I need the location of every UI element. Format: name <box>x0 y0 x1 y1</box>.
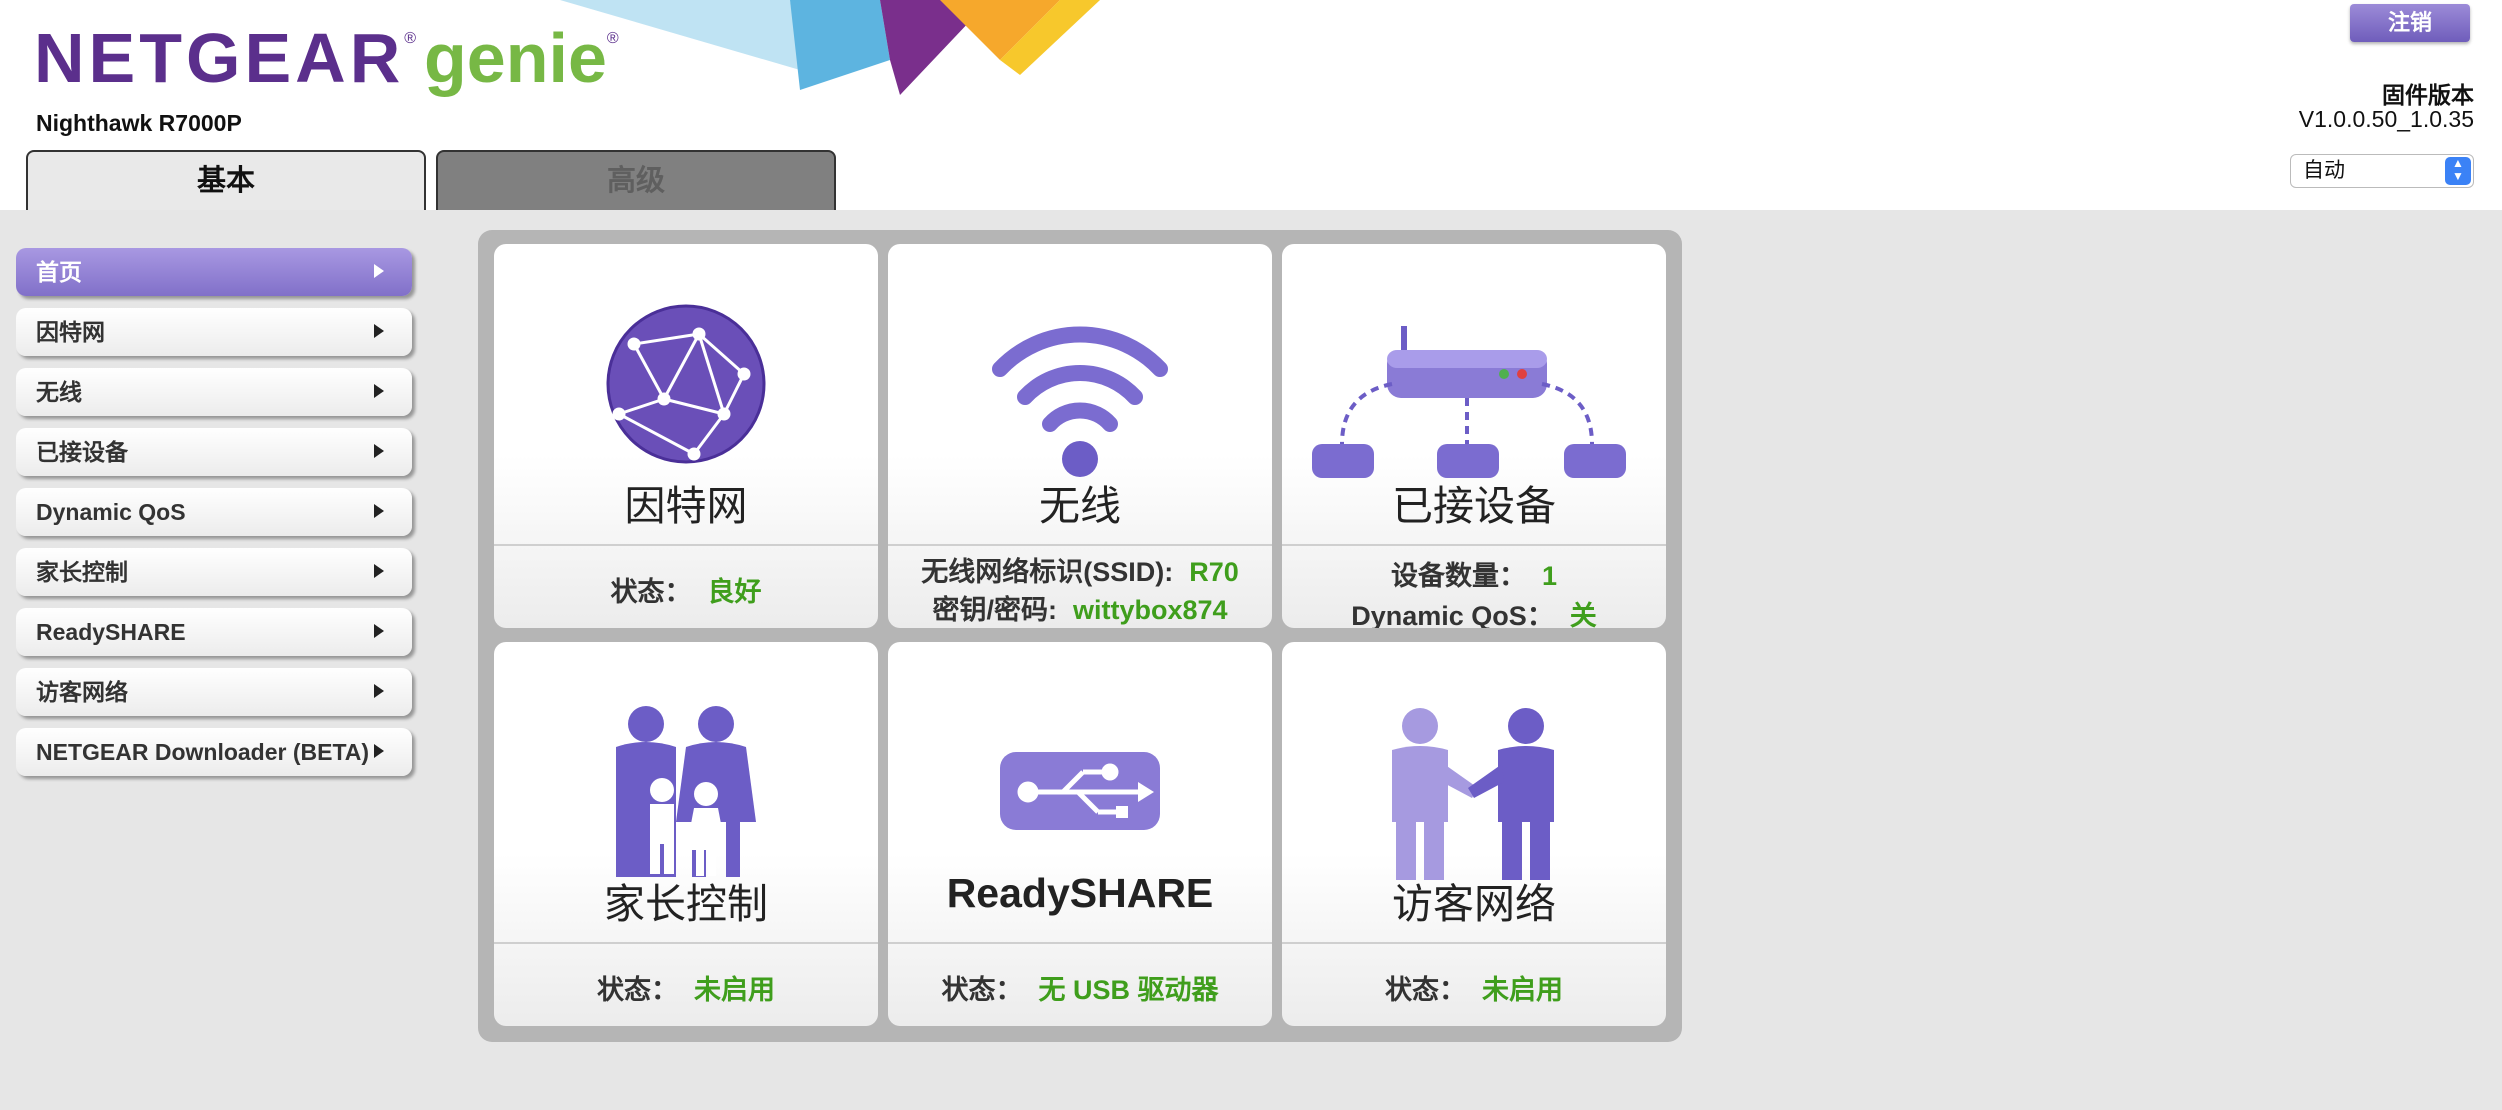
handshake-icon <box>1392 708 1554 880</box>
usb-icon <box>1000 752 1160 830</box>
wifi-icon <box>992 326 1168 477</box>
qos-value: 关 <box>1569 601 1597 628</box>
wireless-key: 密钥/密码: wittybox874 <box>888 588 1272 627</box>
chevron-right-icon <box>374 624 384 638</box>
attached-devices-card[interactable]: 已接设备 设备数量： 1 Dynamic QoS： 关 <box>1282 244 1666 628</box>
card-divider <box>1282 544 1666 546</box>
sidebar-item-dynamic-qos[interactable]: Dynamic QoS <box>16 488 412 536</box>
card-divider <box>888 942 1272 944</box>
sidebar-item-label: 已接设备 <box>36 439 128 465</box>
sidebar-item-attached-devices[interactable]: 已接设备 <box>16 428 412 476</box>
card-divider <box>888 544 1272 546</box>
ssid-value: R70 <box>1189 557 1239 587</box>
sidebar-item-label: ReadySHARE <box>36 619 186 645</box>
internet-status: 状态： 良好 <box>494 570 878 609</box>
wireless-card[interactable]: 无线 无线网络标识(SSID): R70 密钥/密码: wittybox874 <box>888 244 1272 628</box>
qos-label: Dynamic QoS： <box>1351 601 1554 628</box>
sidebar-item-label: Dynamic QoS <box>36 499 186 525</box>
chevron-right-icon <box>374 564 384 578</box>
chevron-right-icon <box>374 504 384 518</box>
dynamic-qos-status: Dynamic QoS： 关 <box>1282 594 1666 628</box>
sidebar-item-guest-network[interactable]: 访客网络 <box>16 668 412 716</box>
sidebar-item-readyshare[interactable]: ReadySHARE <box>16 608 412 656</box>
sidebar-item-netgear-downloader[interactable]: NETGEAR Downloader (BETA) <box>16 728 412 776</box>
sidebar-item-internet[interactable]: 因特网 <box>16 308 412 356</box>
tab-basic[interactable]: 基本 <box>26 150 426 210</box>
chevron-right-icon <box>374 324 384 338</box>
status-label: 状态： <box>610 577 692 607</box>
firmware-version: V1.0.0.50_1.0.35 <box>2298 106 2474 132</box>
sidebar-item-parental-controls[interactable]: 家长控制 <box>16 548 412 596</box>
language-selected-value: 自动 <box>2303 159 2345 182</box>
readyshare-card-title: ReadySHARE <box>946 870 1214 916</box>
readyshare-status: 状态： 无 USB 驱动器 <box>888 968 1272 1007</box>
firmware-label: 固件版本 <box>2382 82 2474 108</box>
sidebar-menu: 首页 因特网 无线 已接设备 Dynamic QoS 家长控制 ReadySHA… <box>16 248 412 788</box>
parental-controls-status: 状态： 未启用 <box>494 968 878 1007</box>
header: NETGEAR® genie® Nighthawk R7000P 基本 高级 注销… <box>0 0 2502 210</box>
device-count-value: 1 <box>1541 561 1558 591</box>
device-count-label: 设备数量： <box>1390 561 1526 591</box>
dashboard-panel: 因特网 状态： 良好 无线 无线网络标识(SSID): R70 密钥/密码: witt… <box>478 230 1682 1042</box>
internet-card-title: 因特网 <box>624 482 748 530</box>
chevron-right-icon <box>374 744 384 758</box>
sidebar-item-label: 无线 <box>36 379 82 405</box>
device-count: 设备数量： 1 <box>1282 554 1666 593</box>
wireless-card-title: 无线 <box>1039 482 1121 530</box>
status-value: 无 USB 驱动器 <box>1038 975 1219 1005</box>
family-icon <box>616 706 756 877</box>
parental-controls-card[interactable]: 家长控制 状态： 未启用 <box>494 642 878 1026</box>
guest-network-card-title: 访客网络 <box>1392 880 1556 928</box>
sidebar-item-label: 访客网络 <box>36 679 128 705</box>
internet-card[interactable]: 因特网 状态： 良好 <box>494 244 878 628</box>
status-label: 状态： <box>941 975 1023 1005</box>
guest-network-card[interactable]: 访客网络 状态： 未启用 <box>1282 642 1666 1026</box>
attached-devices-card-title: 已接设备 <box>1392 482 1556 530</box>
sidebar-item-home[interactable]: 首页 <box>16 248 412 296</box>
chevron-right-icon <box>374 264 384 278</box>
model-name: Nighthawk R7000P <box>36 110 242 136</box>
decorative-triangles <box>560 0 1100 95</box>
status-value: 良好 <box>707 577 762 607</box>
readyshare-card[interactable]: ReadySHARE 状态： 无 USB 驱动器 <box>888 642 1272 1026</box>
chevron-right-icon <box>374 444 384 458</box>
key-value: wittybox874 <box>1072 595 1228 625</box>
chevron-right-icon <box>374 684 384 698</box>
tab-advanced[interactable]: 高级 <box>436 150 836 210</box>
select-updown-icon: ▲ ▼ <box>2445 157 2471 185</box>
chevron-right-icon <box>374 384 384 398</box>
logout-button[interactable]: 注销 <box>2350 4 2470 42</box>
sidebar-item-label: 家长控制 <box>36 559 128 585</box>
card-divider <box>1282 942 1666 944</box>
ssid-label: 无线网络标识(SSID): <box>921 557 1174 587</box>
globe-icon <box>606 304 766 464</box>
status-label: 状态： <box>1385 975 1466 1005</box>
sidebar-item-label: 首页 <box>36 259 82 285</box>
status-value: 未启用 <box>1482 975 1563 1005</box>
status-value: 未启用 <box>694 975 775 1005</box>
key-label: 密钥/密码: <box>932 595 1057 625</box>
parental-controls-card-title: 家长控制 <box>604 880 768 928</box>
status-label: 状态： <box>597 975 678 1005</box>
language-select[interactable]: 自动 ▲ ▼ <box>2290 154 2474 188</box>
sidebar-item-label: NETGEAR Downloader (BETA) <box>36 739 370 765</box>
netgear-genie-logo[interactable]: NETGEAR® genie® <box>34 18 627 98</box>
guest-network-status: 状态： 未启用 <box>1282 968 1666 1007</box>
router-icon <box>1312 326 1626 478</box>
card-divider <box>494 544 878 546</box>
card-divider <box>494 942 878 944</box>
wireless-ssid: 无线网络标识(SSID): R70 <box>888 550 1272 589</box>
sidebar-item-label: 因特网 <box>36 319 105 345</box>
sidebar-item-wireless[interactable]: 无线 <box>16 368 412 416</box>
